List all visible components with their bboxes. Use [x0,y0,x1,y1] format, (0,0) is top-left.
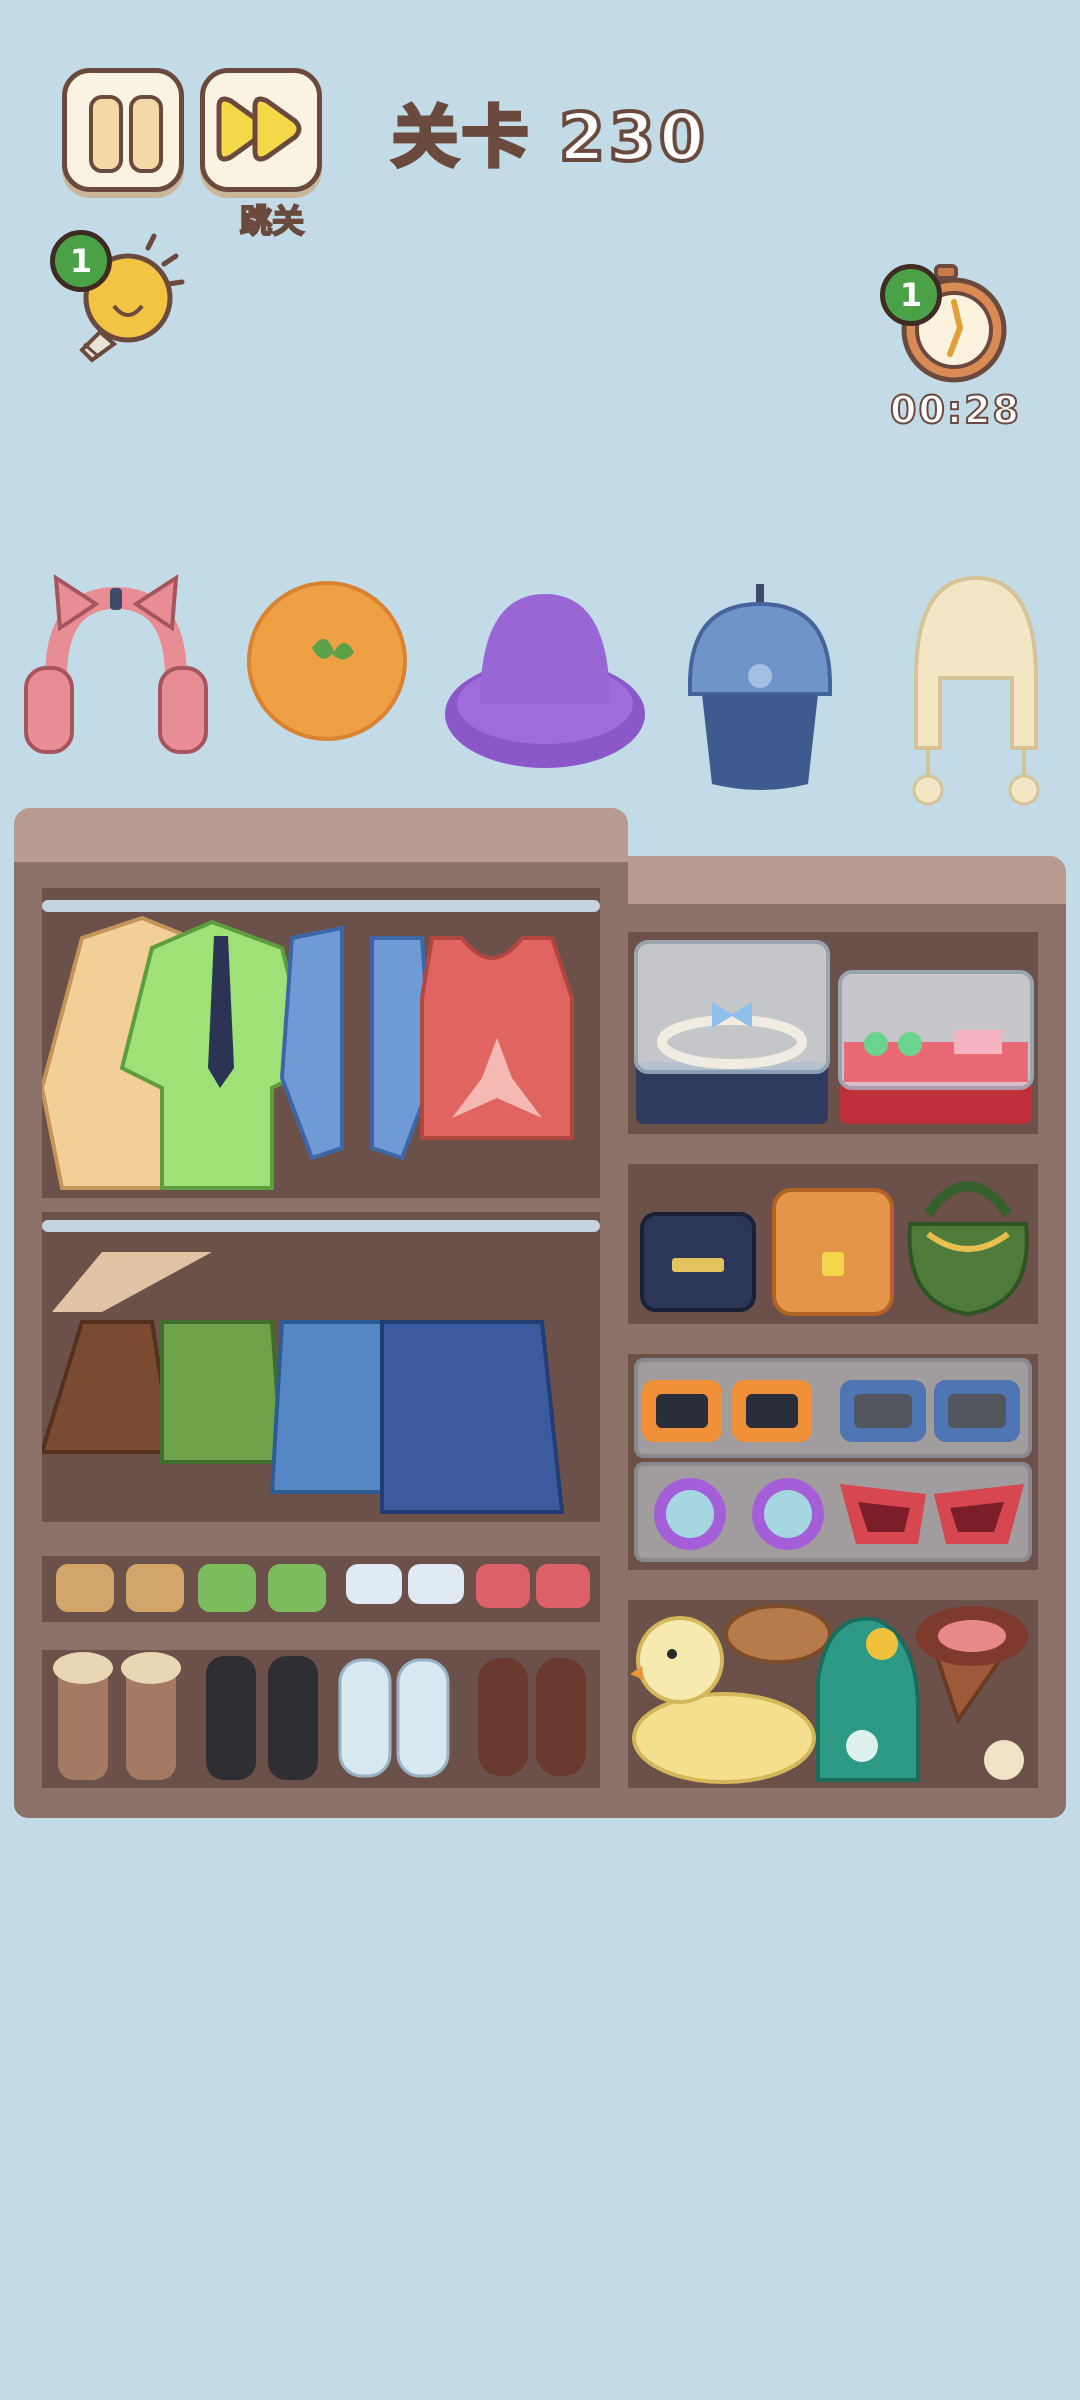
bag-items [640,1181,1029,1317]
green-socks[interactable] [198,1564,326,1612]
socks-row [56,1564,590,1612]
brown-oxfords[interactable] [478,1658,586,1776]
shoes-row [53,1652,586,1780]
target-items-row [0,560,1080,820]
timer-count-badge: 1 [880,264,942,326]
fluffy-earflap-hat[interactable] [896,568,1056,808]
green-handbag[interactable] [907,1181,1029,1317]
black-boots[interactable] [206,1656,318,1780]
jewelry-box-red[interactable] [838,970,1034,1124]
hint-button[interactable]: 1 [48,228,188,378]
fast-forward-icon [216,96,302,162]
hint-count-badge: 1 [50,230,112,292]
right-cabinet-top [628,856,1066,906]
freeze-timer-button[interactable]: 1 [880,262,1010,388]
skip-label: 跳关 [239,201,305,241]
blue-vest[interactable] [279,925,435,1161]
blue-cap[interactable] [680,584,840,804]
jewelry-items [634,940,1034,1124]
navy-shorts[interactable] [380,1320,565,1514]
red-tank-top[interactable] [420,936,574,1140]
timer-text: 00:28 [889,387,1021,433]
white-sneakers[interactable] [338,1658,450,1778]
bottom-rack-clothes [42,1252,565,1514]
white-socks[interactable] [346,1564,464,1604]
fur-boots[interactable] [53,1652,181,1780]
purple-bucket-hat[interactable] [440,584,650,784]
navy-wallet[interactable] [640,1212,756,1312]
brown-pleated-skirt[interactable] [42,1320,175,1454]
green-plush[interactable] [816,1616,920,1782]
blue-denim-shorts[interactable] [269,1320,395,1494]
left-cabinet-top [14,808,628,868]
ice-cream-cone[interactable] [916,1606,1028,1780]
bread[interactable] [724,1604,832,1664]
skip-level-button[interactable] [200,68,322,192]
green-cargo-shorts[interactable] [160,1320,285,1464]
cat-ear-headphones[interactable] [16,568,216,768]
toy-items [630,1604,1028,1784]
glasses-items [634,1358,1032,1562]
level-title: 关卡 230 [390,97,709,178]
pause-button[interactable] [62,68,184,192]
red-socks[interactable] [476,1564,590,1608]
orange-beret[interactable] [242,576,412,746]
jewelry-box-pearl[interactable] [634,940,830,1124]
top-rack-clothes [42,915,574,1190]
tan-socks[interactable] [56,1564,184,1612]
orange-backpack[interactable] [772,1188,894,1316]
